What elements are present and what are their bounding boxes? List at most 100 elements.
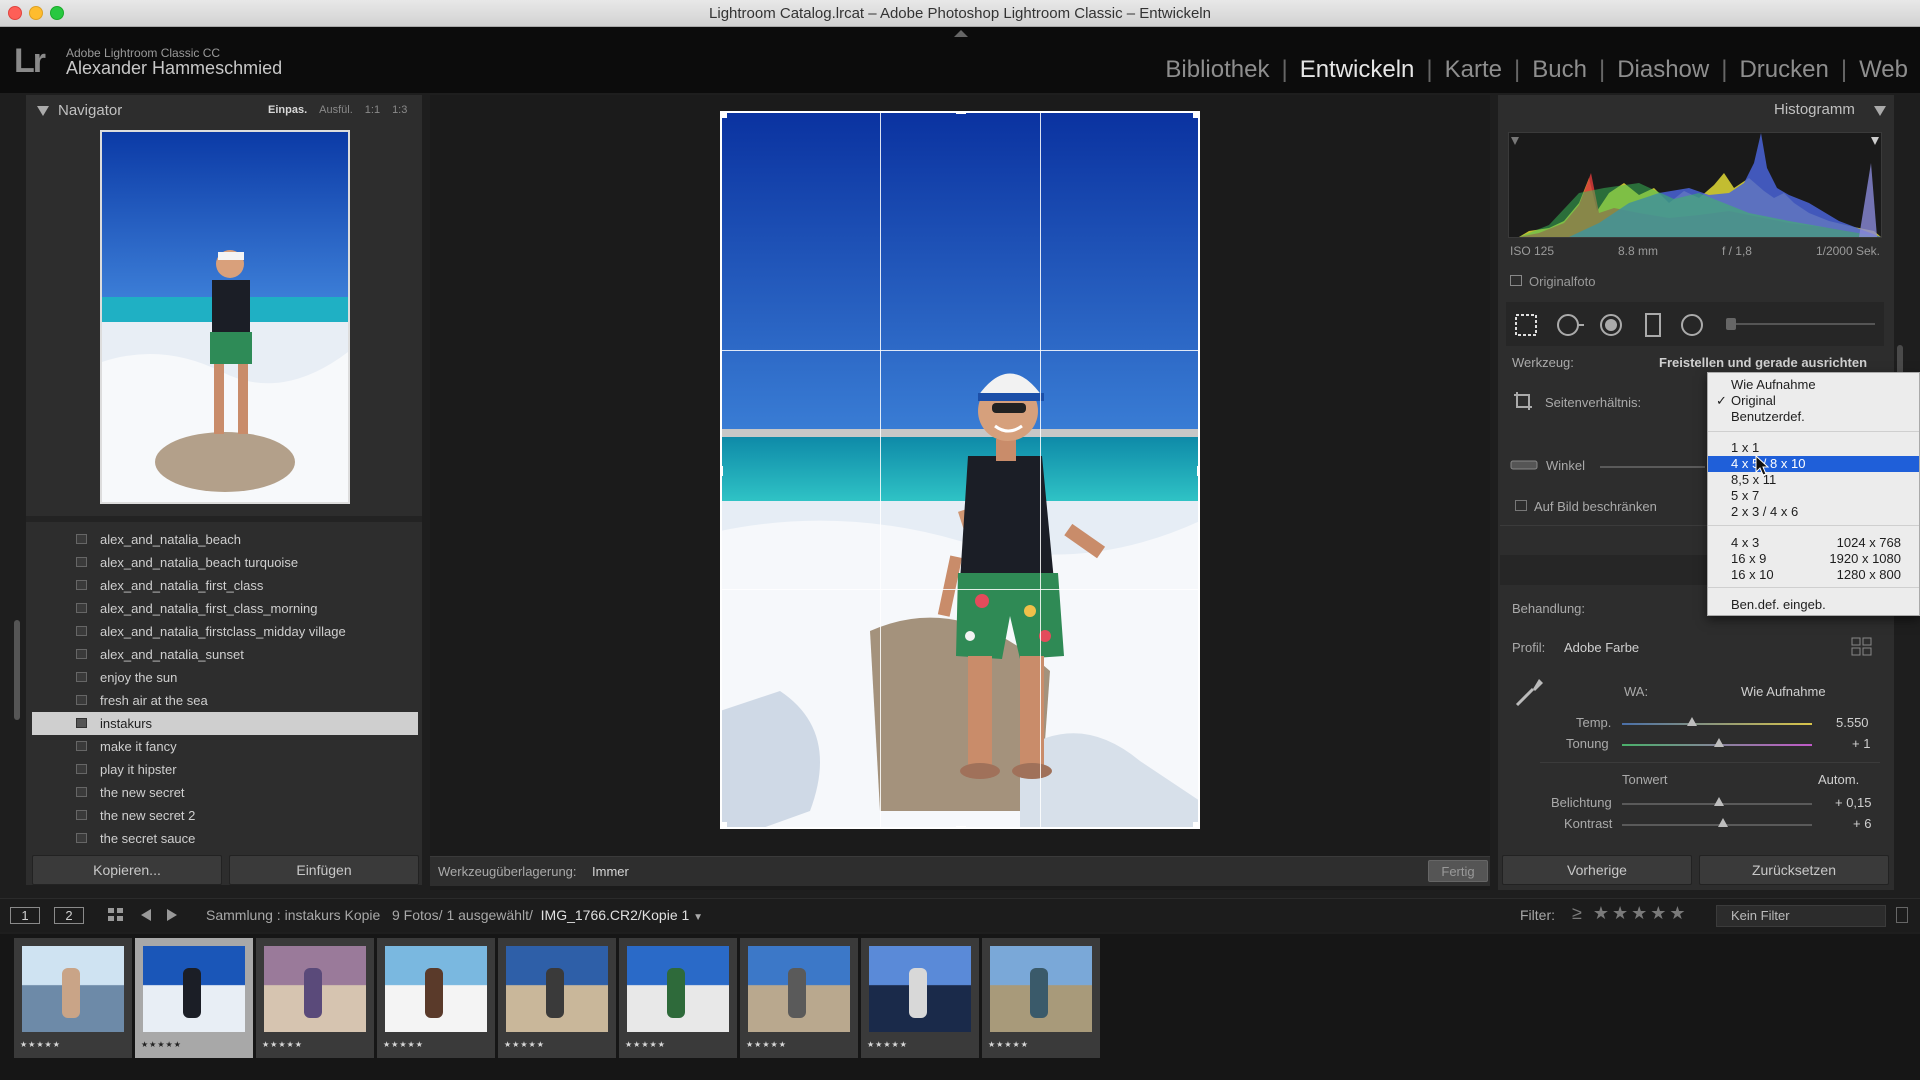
contrast-slider-knob[interactable] [1717, 818, 1728, 827]
secondary-window-button[interactable]: 2 [54, 907, 84, 924]
filmstrip-thumbnail[interactable]: ★★★★★ [861, 938, 979, 1058]
temp-value[interactable]: 5.550 [1836, 715, 1869, 730]
crop-handle-top-right[interactable] [1193, 111, 1200, 118]
crop-handle-right[interactable] [1197, 466, 1200, 476]
navigator-preview[interactable] [100, 130, 350, 504]
left-panel-scrollbar[interactable] [14, 620, 20, 720]
constrain-checkbox[interactable] [1515, 500, 1527, 511]
grid-view-icon[interactable] [106, 906, 126, 924]
angle-slider[interactable] [1600, 466, 1705, 468]
filmstrip-thumbnail[interactable]: ★★★★★ [619, 938, 737, 1058]
adjustment-brush-slider[interactable] [1726, 318, 1736, 330]
current-file[interactable]: IMG_1766.CR2/Kopie 1 [541, 907, 690, 923]
temp-slider-track[interactable] [1622, 723, 1812, 725]
module-karte[interactable]: Karte [1433, 56, 1514, 84]
collapse-top-panel-icon[interactable] [954, 30, 968, 37]
tint-slider-knob[interactable] [1713, 738, 1724, 747]
aspect-option[interactable]: 16 x 9 1920 x 1080 [1708, 551, 1919, 567]
filmstrip-thumbnail[interactable]: ★★★★★ [14, 938, 132, 1058]
copy-settings-button[interactable]: Kopieren... [32, 855, 222, 885]
exposure-slider-knob[interactable] [1713, 797, 1724, 806]
temp-slider-knob[interactable] [1687, 717, 1698, 726]
profile-select[interactable]: Adobe Farbe [1564, 640, 1639, 655]
tool-overlay-select[interactable]: Immer [592, 864, 629, 879]
aspect-option[interactable]: Wie Aufnahme [1708, 377, 1919, 393]
filter-lock-icon[interactable] [1896, 907, 1908, 923]
crop-handle-bottom-right[interactable] [1193, 822, 1200, 829]
zoom-option[interactable]: 1:1 [365, 104, 380, 116]
radial-filter-icon[interactable] [1679, 312, 1705, 338]
graduated-filter-icon[interactable] [1640, 312, 1666, 338]
crop-frame-icon[interactable] [1512, 390, 1536, 412]
aspect-option[interactable]: 8,5 x 11 [1708, 472, 1919, 488]
filter-preset-select[interactable]: Kein Filter [1716, 905, 1886, 927]
tint-value[interactable]: + 1 [1852, 736, 1870, 751]
collapse-navigator-icon[interactable] [37, 106, 49, 116]
aspect-option[interactable]: 2 x 3 / 4 x 6 [1708, 504, 1919, 520]
collection-item[interactable]: alex_and_natalia_first_class [32, 574, 418, 597]
aspect-option[interactable]: Benutzerdef. [1708, 409, 1919, 425]
aspect-option[interactable]: 5 x 7 [1708, 488, 1919, 504]
collection-item[interactable]: fresh air at the sea [32, 689, 418, 712]
histogram[interactable] [1508, 132, 1882, 238]
exposure-value[interactable]: + 0,15 [1835, 795, 1872, 810]
spot-removal-icon[interactable] [1555, 312, 1584, 338]
filmstrip-thumbnail[interactable]: ★★★★★ [498, 938, 616, 1058]
module-diashow[interactable]: Diashow [1605, 56, 1721, 84]
contrast-value[interactable]: + 6 [1853, 816, 1871, 831]
zoom-option[interactable]: Ausfül. [319, 104, 353, 116]
module-web[interactable]: Web [1847, 56, 1920, 84]
primary-window-button[interactable]: 1 [10, 907, 40, 924]
collection-item[interactable]: instakurs [32, 712, 418, 735]
zoom-option[interactable]: Einpas. [268, 104, 307, 116]
auto-tone-button[interactable]: Autom. [1818, 772, 1859, 787]
crop-frame[interactable] [720, 111, 1200, 829]
collection-item[interactable]: alex_and_natalia_first_class_morning [32, 597, 418, 620]
aspect-option[interactable]: 4 x 3 1024 x 768 [1708, 535, 1919, 551]
crop-handle-left[interactable] [720, 466, 723, 476]
collection-item[interactable]: the new secret [32, 781, 418, 804]
aspect-option[interactable]: ✓ Original [1708, 393, 1919, 409]
white-balance-picker-icon[interactable] [1513, 675, 1547, 709]
collection-item[interactable]: the new secret 2 [32, 804, 418, 827]
filmstrip-thumbnail[interactable]: ★★★★★ [982, 938, 1100, 1058]
collection-item[interactable]: the secret sauce [32, 827, 418, 850]
profile-browser-icon[interactable] [1851, 637, 1873, 657]
collection-item[interactable]: play it hipster [32, 758, 418, 781]
filmstrip-thumbnail[interactable]: ★★★★★ [135, 938, 253, 1058]
filmstrip-thumbnail[interactable]: ★★★★★ [740, 938, 858, 1058]
collection-item[interactable]: alex_and_natalia_beach turquoise [32, 551, 418, 574]
crop-handle-bottom-left[interactable] [720, 822, 727, 829]
original-photo-checkbox[interactable] [1510, 275, 1522, 286]
filmstrip-thumbnail[interactable]: ★★★★★ [256, 938, 374, 1058]
red-eye-icon[interactable] [1598, 312, 1624, 338]
back-arrow-icon[interactable] [137, 906, 155, 924]
zoom-option[interactable]: 1:3 [392, 104, 407, 116]
module-bibliothek[interactable]: Bibliothek [1153, 56, 1281, 84]
collection-item[interactable]: alex_and_natalia_firstclass_midday villa… [32, 620, 418, 643]
aspect-option[interactable]: 4 x 5 / 8 x 10 [1708, 456, 1919, 472]
forward-arrow-icon[interactable] [163, 906, 181, 924]
reset-button[interactable]: Zurücksetzen [1699, 855, 1889, 885]
collection-item[interactable]: make it fancy [32, 735, 418, 758]
module-drucken[interactable]: Drucken [1727, 56, 1840, 84]
wb-select[interactable]: Wie Aufnahme [1741, 684, 1826, 699]
module-buch[interactable]: Buch [1520, 56, 1599, 84]
filmstrip-thumbnail[interactable]: ★★★★★ [377, 938, 495, 1058]
previous-button[interactable]: Vorherige [1502, 855, 1692, 885]
collection-item[interactable]: alex_and_natalia_sunset [32, 643, 418, 666]
paste-settings-button[interactable]: Einfügen [229, 855, 419, 885]
module-entwickeln[interactable]: Entwickeln [1288, 56, 1427, 84]
collection-item[interactable]: enjoy the sun [32, 666, 418, 689]
crop-photo[interactable] [720, 111, 1200, 829]
aspect-option[interactable]: Ben.def. eingeb. [1708, 597, 1919, 613]
crop-overlay-icon[interactable] [1513, 312, 1539, 338]
collection-item[interactable]: alex_and_natalia_beach [32, 528, 418, 551]
collapse-histogram-icon[interactable] [1874, 106, 1886, 116]
aspect-option[interactable]: 1 x 1 [1708, 440, 1919, 456]
straighten-tool-icon[interactable] [1509, 453, 1539, 477]
crop-handle-bottom[interactable] [956, 826, 966, 829]
crop-handle-top-left[interactable] [720, 111, 727, 118]
aspect-option[interactable]: 16 x 10 1280 x 800 [1708, 567, 1919, 583]
star-rating-filter[interactable]: ≥ ★★★★★ [1572, 903, 1689, 924]
